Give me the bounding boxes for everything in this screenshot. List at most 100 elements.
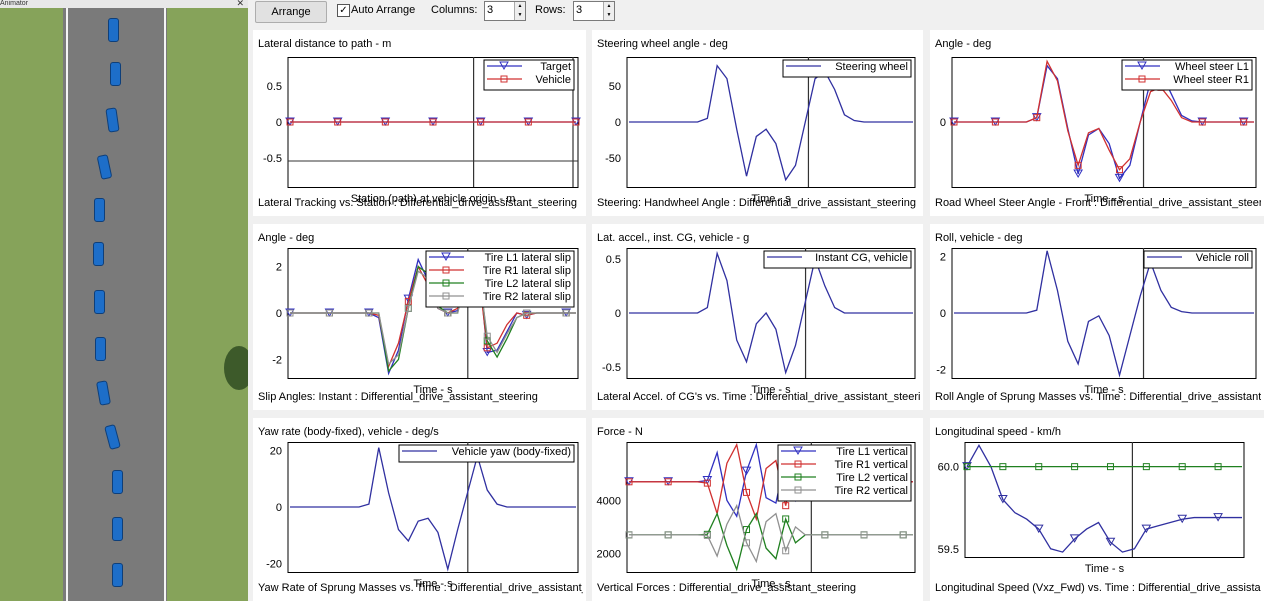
plot-title: Angle - deg [935, 38, 992, 50]
y-tick-label: 2 [276, 262, 282, 274]
plot-caption: Lateral Tracking vs. Station : Different… [258, 197, 577, 209]
y-tick-label: 59.5 [938, 544, 959, 556]
columns-label: Columns: [431, 4, 478, 16]
plot-title: Lateral distance to path - m [258, 38, 392, 50]
legend-entry: Vehicle roll [1196, 252, 1249, 264]
plot-panel[interactable]: Angle - deg 0 Wheel steer L1 Wheel steer R1… [930, 30, 1264, 216]
legend-entry: Vehicle [536, 74, 571, 86]
vehicle-icon [94, 290, 105, 314]
plot-panel[interactable]: Angle - deg 2 0 -2 Tire L1 lateral slip Tire … [253, 224, 586, 410]
legend-entry: Tire R1 vertical [834, 459, 908, 471]
vehicle-icon [93, 242, 104, 266]
grass-right [167, 8, 248, 601]
legend-entry: Tire L1 vertical [836, 446, 908, 458]
plot-caption: Yaw Rate of Sprung Masses vs. Time : Dif… [258, 582, 583, 594]
legend-entry: Steering wheel [835, 61, 908, 73]
spinner-arrows-icon[interactable]: ▲ ▼ [514, 2, 525, 20]
plot-caption: Lateral Accel. of CG's vs. Time : Differ… [597, 391, 920, 403]
plot-area[interactable]: 20 0 -20 Vehicle yaw (body-fixed) [254, 442, 584, 574]
plot-title: Roll, vehicle - deg [935, 232, 1023, 244]
plot-area[interactable]: 2 0 -2 Tire L1 lateral slipTire R1 lateral … [254, 248, 584, 380]
y-tick-label: 2000 [597, 548, 621, 560]
plot-panel[interactable]: Yaw rate (body-fixed), vehicle - deg/s 20… [253, 418, 586, 601]
y-tick-label: 50 [609, 81, 621, 93]
plot-panel[interactable]: Longitudinal speed - km/h 60.0 59.5 Time - … [930, 418, 1264, 601]
plot-panel[interactable]: Steering wheel angle - deg 50 0 -50 Steering… [592, 30, 923, 216]
vehicle-icon [112, 563, 123, 587]
y-tick-label: 0 [276, 117, 282, 129]
close-icon[interactable]: ✕ [236, 0, 244, 8]
legend-entry: Tire L2 vertical [836, 472, 908, 484]
animator-view[interactable]: Animator ✕ [0, 0, 248, 601]
y-tick-label: -2 [936, 365, 946, 377]
plot-area[interactable]: 60.0 59.5 [931, 442, 1250, 559]
auto-arrange-label: Auto Arrange [351, 4, 416, 16]
plot-area[interactable]: 4000 2000 Tire L1 verticalTire R1 vertical… [593, 442, 921, 574]
rows-value: 3 [576, 4, 583, 16]
columns-value: 3 [487, 4, 494, 16]
legend-entry: Tire R1 lateral slip [483, 265, 571, 277]
legend-entry: Wheel steer R1 [1173, 74, 1249, 86]
legend-entry: Tire L2 lateral slip [485, 278, 571, 290]
plot-caption: Roll Angle of Sprung Masses vs. Time : D… [935, 391, 1261, 403]
plot-area[interactable]: 0.5 0 -0.5 TargetVehicle [254, 57, 584, 189]
y-tick-label: 0 [615, 308, 621, 320]
y-tick-label: 2 [940, 251, 946, 263]
road [63, 8, 167, 601]
y-tick-label: 0.5 [267, 81, 282, 93]
plot-title: Lat. accel., inst. CG, vehicle - g [597, 232, 750, 244]
plot-caption: Vertical Forces : Differential_drive_ass… [597, 582, 857, 594]
y-tick-label: 0 [940, 117, 946, 129]
arrange-button[interactable]: Arrange [255, 1, 327, 23]
y-tick-label: -0.5 [263, 153, 282, 165]
legend-entry: Tire R2 lateral slip [483, 291, 571, 303]
plot-caption: Road Wheel Steer Angle - Front : Differe… [935, 197, 1261, 209]
plot-area[interactable]: 2 0 -2 Vehicle roll [918, 248, 1262, 380]
plot-caption: Steering: Handwheel Angle : Differential… [597, 197, 916, 209]
plot-area[interactable]: 50 0 -50 Steering wheel [593, 57, 921, 189]
columns-spinner[interactable]: 3 ▲ ▼ [484, 1, 526, 21]
y-tick-label: -0.5 [602, 362, 621, 374]
y-tick-label: 0 [276, 502, 282, 514]
plot-panel[interactable]: Lateral distance to path - m 0.5 0 -0.5 Targ… [253, 30, 586, 216]
toolbar: Arrange ✓ Auto Arrange Columns: 3 ▲ ▼ Row… [248, 0, 1264, 24]
y-tick-label: -20 [266, 559, 282, 571]
grass-left [0, 8, 63, 601]
legend-entry: Wheel steer L1 [1175, 61, 1249, 73]
plot-area[interactable]: 0.5 0 -0.5 Instant CG, vehicle [593, 248, 921, 380]
road-edge-line [164, 8, 166, 601]
legend-entry: Target [540, 61, 571, 73]
y-tick-label: 0 [940, 308, 946, 320]
y-tick-label: 60.0 [938, 462, 959, 474]
spinner-arrows-icon[interactable]: ▲ ▼ [603, 2, 614, 20]
vehicle-icon [95, 337, 106, 361]
y-tick-label: 0 [615, 117, 621, 129]
y-tick-label: 0.5 [606, 254, 621, 266]
plot-title: Longitudinal speed - km/h [935, 426, 1061, 438]
vehicle-icon [112, 470, 123, 494]
legend-entry: Tire L1 lateral slip [485, 252, 571, 264]
vehicle-icon [108, 18, 119, 42]
legend-entry: Vehicle yaw (body-fixed) [452, 446, 571, 458]
plot-panel[interactable]: Roll, vehicle - deg 2 0 -2 Vehicle roll Time … [930, 224, 1264, 410]
rows-label: Rows: [535, 4, 566, 16]
plot-area[interactable]: 0 Wheel steer L1Wheel steer R1 [918, 57, 1262, 189]
plot-title: Force - N [597, 426, 643, 438]
y-tick-label: -2 [272, 354, 282, 366]
vehicle-icon [112, 517, 123, 541]
vehicle-icon [94, 198, 105, 222]
y-tick-label: 20 [270, 445, 282, 457]
x-axis-label: Time - s [1084, 563, 1125, 575]
road-edge-line [66, 8, 68, 601]
plot-panel[interactable]: Lat. accel., inst. CG, vehicle - g 0.5 0 -0… [592, 224, 923, 410]
tree [224, 346, 248, 390]
plot-title: Steering wheel angle - deg [597, 38, 728, 50]
plot-title: Angle - deg [258, 232, 315, 244]
plot-caption: Longitudinal Speed (Vxz_Fwd) vs. Time : … [935, 582, 1261, 594]
plot-title: Yaw rate (body-fixed), vehicle - deg/s [258, 426, 439, 438]
y-tick-label: 4000 [597, 495, 621, 507]
plot-panel[interactable]: Force - N 4000 2000 Tire L1 vertical Tire R1… [592, 418, 923, 601]
y-tick-label: -50 [605, 153, 621, 165]
rows-spinner[interactable]: 3 ▲ ▼ [573, 1, 615, 21]
auto-arrange-checkbox[interactable]: ✓ [337, 4, 350, 17]
